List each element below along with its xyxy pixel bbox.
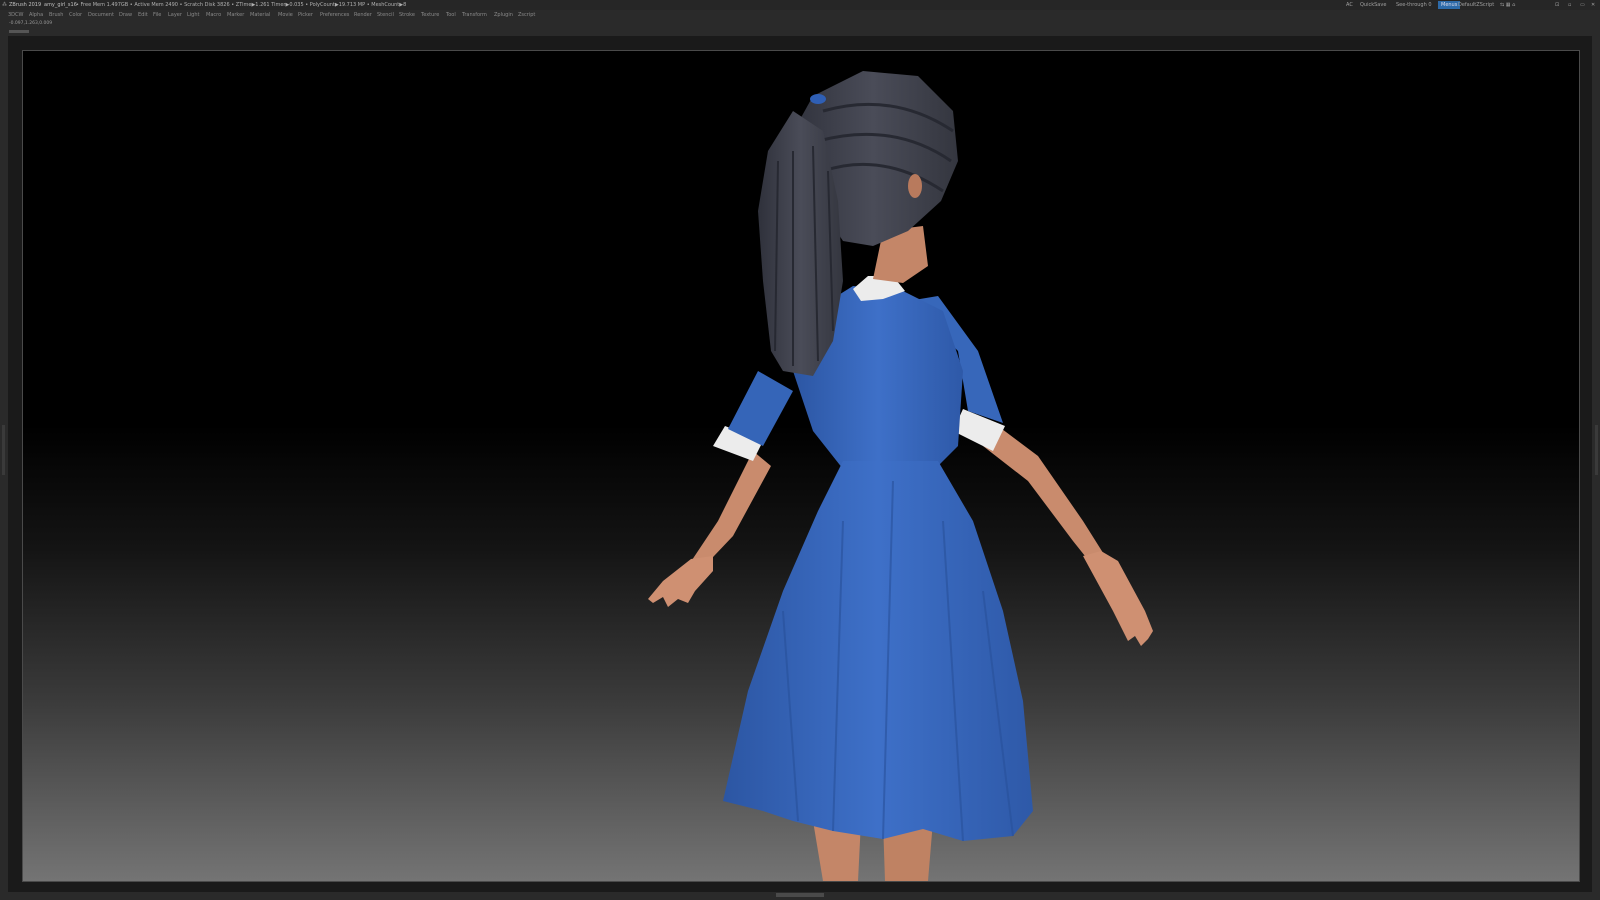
menu-file[interactable]: File [153, 10, 161, 20]
menu-3dcw[interactable]: 3DCW [8, 10, 23, 20]
bottom-tray-handle[interactable] [776, 893, 824, 897]
document-viewport[interactable] [22, 50, 1580, 882]
stats-readout: • Free Mem 1.497GB • Active Mem 2490 • S… [76, 2, 407, 8]
menu-render[interactable]: Render [354, 10, 372, 20]
character-model[interactable] [23, 51, 1579, 881]
menu-layer[interactable]: Layer [168, 10, 182, 20]
menu-color[interactable]: Color [69, 10, 82, 20]
menu-transform[interactable]: Transform [462, 10, 487, 20]
zbrush-logo-icon: ⁂ [2, 2, 7, 8]
menu-draw[interactable]: Draw [119, 10, 132, 20]
lock-icon[interactable]: ⊡ [1555, 0, 1559, 10]
file-name: amy_girl_s16 [44, 2, 77, 8]
menu-picker[interactable]: Picker [298, 10, 313, 20]
left-tray-handle[interactable] [2, 425, 5, 475]
menu-stroke[interactable]: Stroke [399, 10, 415, 20]
menu-light[interactable]: Light [187, 10, 199, 20]
menu-alpha[interactable]: Alpha [29, 10, 43, 20]
menu-zscript[interactable]: Zscript [518, 10, 535, 20]
menu-macro[interactable]: Macro [206, 10, 221, 20]
menu-movie[interactable]: Movie [278, 10, 293, 20]
script-selector[interactable]: DefaultZScript [1458, 0, 1494, 10]
title-bar: ⁂ ZBrush 2019 amy_girl_s16 • Free Mem 1.… [0, 0, 1600, 10]
quicksave-button[interactable]: QuickSave [1360, 0, 1386, 10]
layout-icon[interactable]: ⇆ ▦ ⌂ [1500, 0, 1515, 10]
right-tray-handle[interactable] [1595, 425, 1598, 475]
menu-material[interactable]: Material [250, 10, 270, 20]
see-through-slider[interactable]: See-through 0 [1396, 0, 1432, 10]
close-icon[interactable]: ✕ [1591, 0, 1595, 10]
app-name: ZBrush 2019 [9, 2, 42, 8]
restore-icon[interactable]: ▭ [1580, 0, 1585, 10]
menu-document[interactable]: Document [88, 10, 114, 20]
menu-bar: 3DCW Alpha Brush Color Document Draw Edi… [0, 10, 1600, 20]
menu-preferences[interactable]: Preferences [320, 10, 349, 20]
menu-tool[interactable]: Tool [446, 10, 456, 20]
minimize-icon[interactable]: ▫ [1568, 0, 1571, 10]
menus-button[interactable]: Menus [1438, 1, 1461, 9]
menu-brush[interactable]: Brush [49, 10, 63, 20]
menu-edit[interactable]: Edit [138, 10, 148, 20]
menu-texture[interactable]: Texture [421, 10, 439, 20]
coordinate-readout: -0.097,1.263,0.009 [9, 21, 53, 26]
menu-zplugin[interactable]: Zplugin [494, 10, 513, 20]
ac-button[interactable]: AC [1346, 0, 1353, 10]
progress-bar [9, 30, 29, 33]
menu-stencil[interactable]: Stencil [377, 10, 394, 20]
menu-marker[interactable]: Marker [227, 10, 244, 20]
